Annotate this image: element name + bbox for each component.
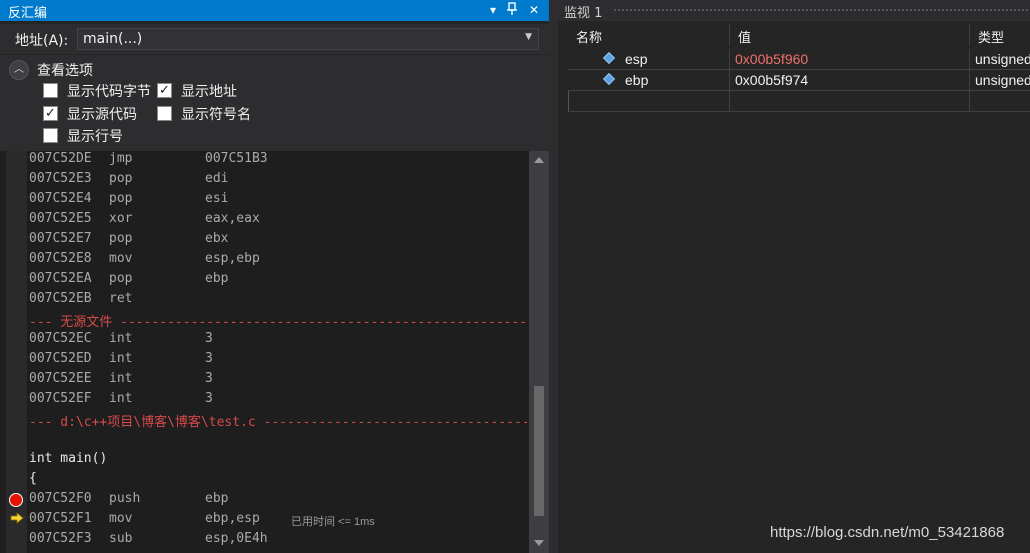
elapsed-time-tip: 已用时间 <= 1ms [291, 516, 375, 528]
checkbox-box[interactable]: ✓ [43, 106, 58, 121]
checkbox-label: 显示行号 [67, 129, 123, 145]
disassembly-title-bar: 反汇编 ▾ ✕ [0, 0, 549, 21]
checkbox-box[interactable] [43, 128, 58, 143]
watch-title: 监视 1 [564, 6, 603, 21]
address-combobox[interactable]: main(...) ▼ [77, 28, 539, 50]
watch-title-bar: 监视 1 [558, 0, 1030, 21]
watch-window: 监视 1 名称 值 类型 esp 0x00b5f960 unsigned ebp… [558, 0, 1030, 553]
watch-row-name[interactable]: esp [568, 49, 730, 70]
checkbox-box[interactable] [157, 106, 172, 121]
address-value[interactable]: main(...) [83, 31, 142, 47]
pane-splitter[interactable] [549, 0, 558, 553]
no-source-separator: --- 无源文件 -------------------------------… [29, 315, 527, 330]
vertical-scrollbar[interactable] [529, 151, 549, 553]
source-file-separator: --- d:\c++项目\博客\博客\test.c --------------… [29, 415, 527, 430]
checkbox-label: 显示源代码 [67, 107, 137, 123]
disassembly-code-view[interactable]: 007C52DE jmp 007C51B3 007C52E3 pop edi 007C5… [0, 151, 549, 553]
watch-row-value-changed[interactable]: 0x00b5f960 [730, 49, 970, 70]
checkbox-label: 显示代码字节 [67, 84, 151, 100]
column-header-type[interactable]: 类型 [970, 24, 1030, 46]
watch-row-value[interactable]: 0x00b5f974 [730, 70, 970, 91]
view-options-title: 查看选项 [37, 63, 93, 79]
column-header-value[interactable]: 值 [730, 24, 970, 46]
address-label: 地址(A): [15, 33, 69, 49]
address-bar: 地址(A): main(...) ▼ [0, 24, 549, 54]
watch-row-name[interactable]: ebp [568, 70, 730, 91]
scroll-thumb[interactable] [534, 386, 544, 516]
checkbox-label: 显示地址 [181, 84, 237, 100]
dropdown-arrow-icon[interactable]: ▼ [525, 32, 532, 42]
watch-grid: 名称 值 类型 esp 0x00b5f960 unsigned ebp 0x00… [558, 24, 1030, 114]
disassembly-window: 反汇编 ▾ ✕ 地址(A): main(...) ▼ ︿ 查看选项 显示代码字节… [0, 0, 549, 553]
breakpoint-icon[interactable] [9, 493, 23, 507]
watermark-text: https://blog.csdn.net/m0_53421868 [770, 524, 1005, 541]
view-options-panel: ︿ 查看选项 显示代码字节 ✓ 显示地址 ✓ 显示源代码 显示符号名 显示行号 [0, 55, 549, 151]
pin-icon[interactable] [504, 2, 520, 18]
column-header-name[interactable]: 名称 [568, 24, 730, 46]
scroll-down-arrow-icon[interactable] [534, 540, 544, 546]
source-line[interactable]: int main() [29, 451, 107, 471]
title-grip[interactable] [613, 8, 1030, 13]
variable-cube-icon [602, 51, 616, 65]
scroll-up-arrow-icon[interactable] [534, 157, 544, 163]
checkbox-box[interactable] [43, 83, 58, 98]
close-icon[interactable]: ✕ [526, 2, 542, 18]
add-watch-row-type [970, 91, 1030, 112]
watch-row-type: unsigned [970, 49, 1030, 70]
disassembly-title: 反汇编 [8, 6, 48, 21]
collapse-chevron-icon[interactable]: ︿ [9, 60, 29, 80]
watch-row-type: unsigned [970, 70, 1030, 91]
window-menu-chevron-icon[interactable]: ▾ [485, 2, 501, 18]
checkbox-label: 显示符号名 [181, 107, 251, 123]
checkbox-box[interactable]: ✓ [157, 83, 172, 98]
source-line[interactable]: { [29, 471, 37, 491]
add-watch-row-value [730, 91, 970, 112]
add-watch-row[interactable] [568, 91, 730, 112]
variable-cube-icon [602, 72, 616, 86]
